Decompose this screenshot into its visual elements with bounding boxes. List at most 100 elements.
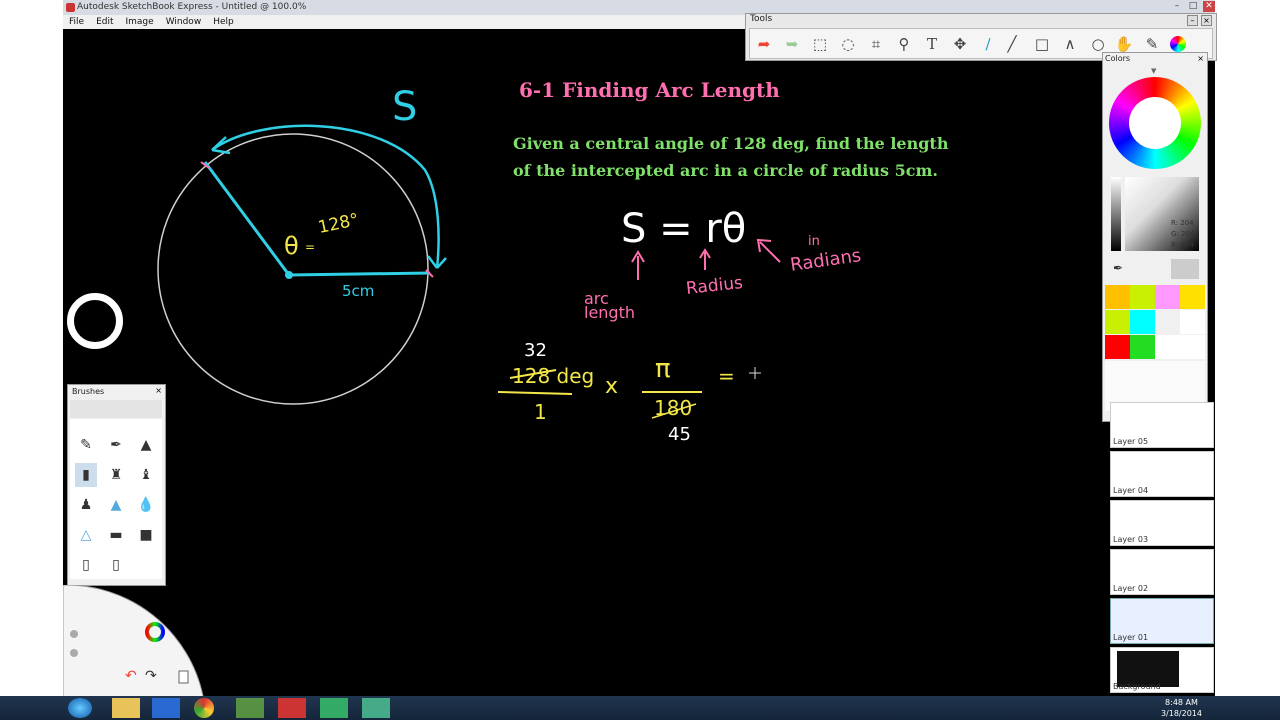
in-label: in: [808, 234, 820, 249]
rgb-b: B: 204: [1171, 241, 1194, 249]
color-wheel-icon[interactable]: [1170, 36, 1186, 52]
crop-icon[interactable]: ⌗: [866, 34, 886, 54]
layer-05[interactable]: Layer 05: [1110, 402, 1214, 448]
swatch[interactable]: [1105, 310, 1130, 334]
hand-icon[interactable]: ✋: [1114, 34, 1134, 54]
clock-date: 3/18/2014: [1160, 709, 1202, 718]
formula: S = rθ: [621, 206, 747, 252]
theta-equals: =: [305, 240, 316, 254]
problem-text: Given a central angle of 128 deg, find t…: [513, 134, 949, 180]
zoom-icon[interactable]: ⚲: [894, 34, 914, 54]
radius-pointer: [699, 248, 711, 270]
brush-grid: ✎ ✒ ▲ ▮ ♜ ♝ ♟ ▲ 💧 △ ▬ ■ ▯ ▯: [70, 419, 162, 579]
taskbar: 8:48 AM 3/18/2014: [0, 696, 1280, 720]
colors-panel: Colors × ▼ R: 204 G: 204 B: 204 ✒: [1102, 52, 1208, 422]
start-button[interactable]: [68, 698, 92, 718]
hard-eraser-icon[interactable]: ■: [135, 523, 157, 547]
swatch[interactable]: [1180, 335, 1205, 359]
reduced-denominator: 45: [668, 424, 691, 445]
circle: [157, 133, 429, 405]
collapse-icon[interactable]: ▼: [1151, 67, 1156, 75]
colors-title: Colors: [1105, 54, 1131, 63]
ballpoint-icon[interactable]: ♟: [75, 493, 97, 517]
eyedropper-icon[interactable]: ✒: [1113, 261, 1123, 275]
clock[interactable]: 8:48 AM 3/18/2014: [1161, 697, 1202, 719]
reduced-numerator: 32: [524, 340, 547, 361]
rgb-r: R: 204: [1171, 219, 1194, 227]
radius-line-1: [203, 161, 291, 276]
rectangle-icon[interactable]: □: [1032, 34, 1052, 54]
current-color-swatch: [1171, 259, 1199, 279]
drop-icon[interactable]: 💧: [135, 493, 157, 517]
move-icon[interactable]: ✥: [950, 34, 970, 54]
layer-02[interactable]: Layer 02: [1110, 549, 1214, 595]
chrome-icon[interactable]: [194, 698, 214, 718]
layer-04[interactable]: Layer 04: [1110, 451, 1214, 497]
brush-puck[interactable]: [67, 293, 123, 349]
brush-icon[interactable]: ✎: [1142, 34, 1162, 54]
swatch[interactable]: [1180, 310, 1205, 334]
chisel-icon[interactable]: ♝: [135, 463, 157, 487]
pencil-icon[interactable]: ✎: [75, 433, 97, 457]
numerator: 128 deg: [512, 364, 595, 388]
rgb-g: G: 204: [1171, 230, 1195, 238]
select-icon[interactable]: ⬚: [810, 34, 830, 54]
swatch[interactable]: [1105, 285, 1130, 309]
svg-text:↶: ↶: [125, 668, 137, 684]
denominator-1: 1: [534, 400, 547, 424]
swatch[interactable]: [1155, 285, 1180, 309]
color-wheel[interactable]: [1109, 77, 1201, 169]
ink-pen-icon[interactable]: ✒: [105, 433, 127, 457]
equals-sign: =: [718, 364, 735, 388]
app-icon-4[interactable]: [236, 698, 264, 718]
text-icon[interactable]: T: [922, 34, 942, 54]
brushes-panel: Brushes × ✎ ✒ ▲ ▮ ♜ ♝ ♟ ▲ 💧 △ ▬ ■ ▯ ▯: [67, 384, 166, 586]
redo-icon[interactable]: ➥: [782, 34, 802, 54]
smudge-icon[interactable]: △: [75, 523, 97, 547]
lasso-icon[interactable]: ◌: [838, 34, 858, 54]
swatch[interactable]: [1130, 335, 1155, 359]
sketchbook-icon[interactable]: [278, 698, 306, 718]
pen-icon[interactable]: ∕: [978, 34, 998, 54]
cursor-crosshair: [749, 367, 761, 379]
layer-01[interactable]: Layer 01: [1110, 598, 1214, 644]
swatch[interactable]: [1130, 310, 1155, 334]
tools-title: Tools: [750, 14, 773, 24]
eraser-icon[interactable]: ▬: [105, 523, 127, 547]
fraction-bar-1: [497, 391, 573, 395]
ellipse-icon[interactable]: ○: [1088, 34, 1108, 54]
app-icon-6[interactable]: [320, 698, 348, 718]
swatch[interactable]: [1105, 335, 1130, 359]
swatch[interactable]: [1180, 285, 1205, 309]
swatch[interactable]: [1155, 335, 1180, 359]
undo-icon[interactable]: ➦: [754, 34, 774, 54]
arc-arrow: [211, 124, 440, 269]
explorer-icon[interactable]: [112, 698, 140, 718]
radius-line-2: [288, 271, 431, 277]
brushes-title: Brushes: [72, 387, 105, 396]
page-title: 6-1 Finding Arc Length: [519, 78, 780, 102]
value-square[interactable]: [1125, 177, 1199, 251]
brushes-toolbar: [70, 400, 162, 418]
swatch[interactable]: [1130, 285, 1155, 309]
radius-label: 5cm: [342, 282, 375, 300]
bucket2-icon[interactable]: ▯: [105, 553, 127, 577]
layer-background[interactable]: Background: [1110, 647, 1214, 693]
polyline-icon[interactable]: ∧: [1060, 34, 1080, 54]
marker-icon[interactable]: ▲: [135, 433, 157, 457]
tools-minimize-button[interactable]: –: [1187, 15, 1198, 26]
brushes-close-icon[interactable]: ×: [155, 386, 162, 395]
media-player-icon[interactable]: [152, 698, 180, 718]
colors-close-icon[interactable]: ×: [1197, 54, 1204, 63]
app-icon-7[interactable]: [362, 698, 390, 718]
value-slider[interactable]: [1111, 177, 1121, 251]
bucket-icon[interactable]: ▯: [75, 553, 97, 577]
pen-brush-icon[interactable]: ♜: [105, 463, 127, 487]
layer-03[interactable]: Layer 03: [1110, 500, 1214, 546]
arc-label-s: S: [392, 84, 418, 130]
airbrush-icon[interactable]: ▲: [105, 493, 127, 517]
line-icon[interactable]: ╱: [1002, 34, 1022, 54]
swatch[interactable]: [1155, 310, 1180, 334]
felt-pen-icon[interactable]: ▮: [75, 463, 97, 487]
tools-close-button[interactable]: ×: [1201, 15, 1212, 26]
